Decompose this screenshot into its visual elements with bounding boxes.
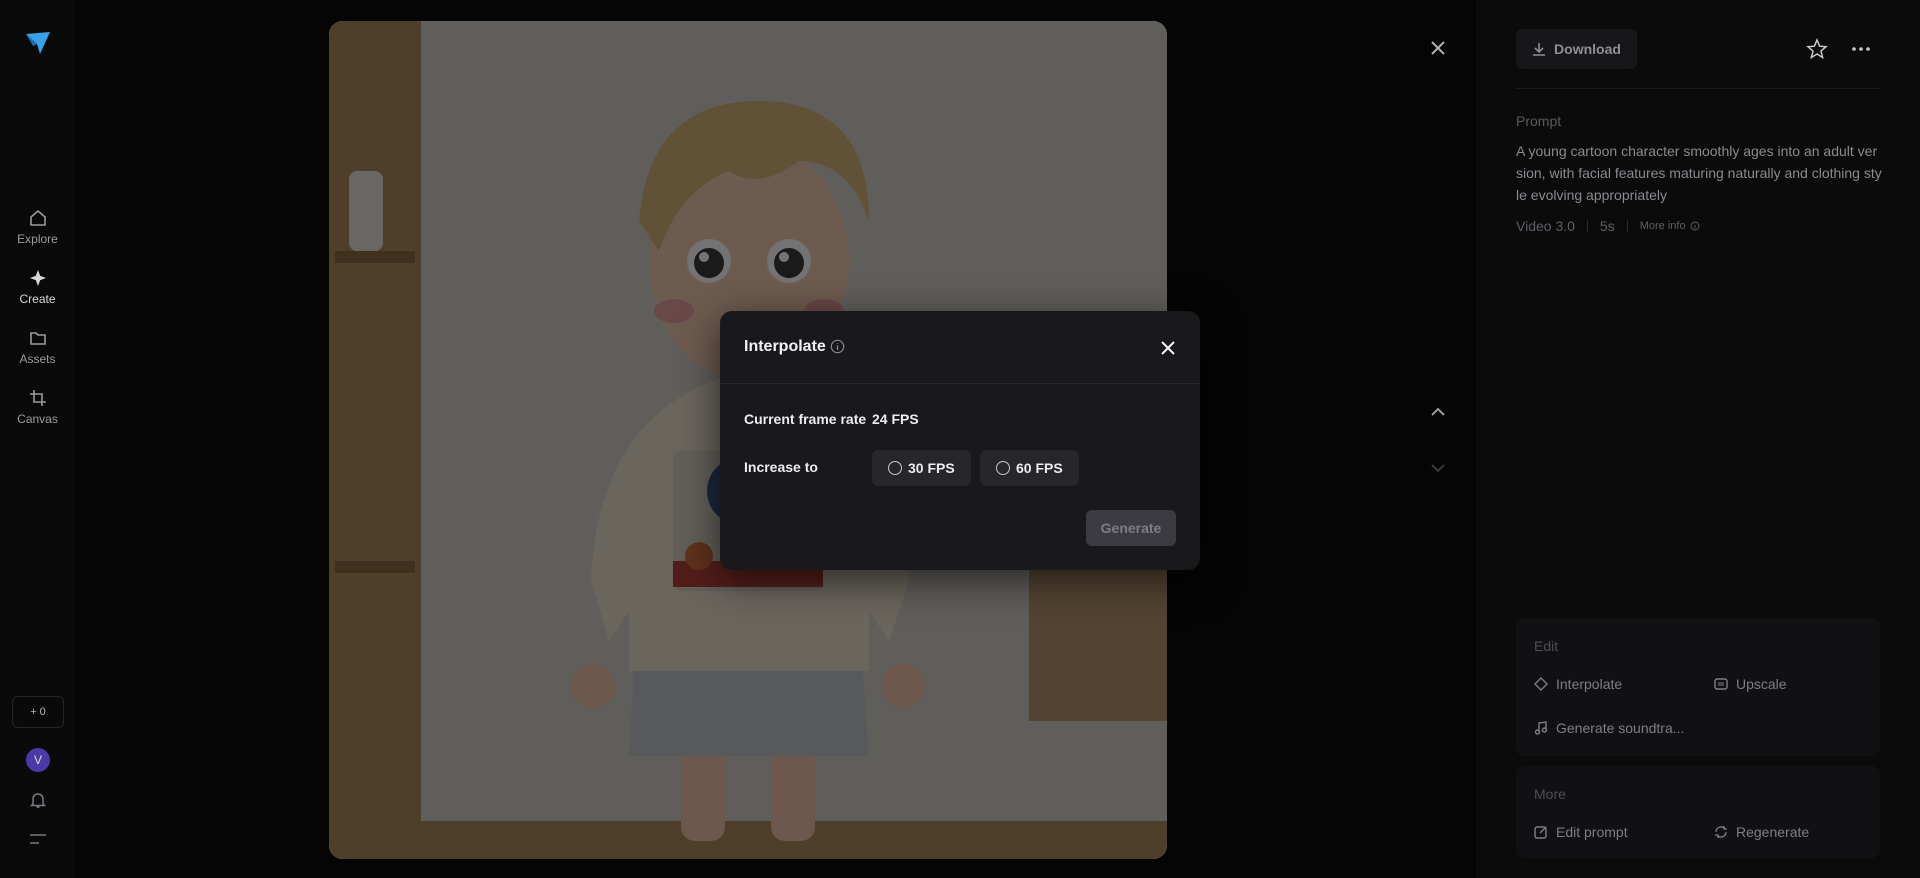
duration-label: 5s <box>1599 218 1615 234</box>
info-icon[interactable] <box>830 339 845 354</box>
interpolate-label: Interpolate <box>1556 676 1623 692</box>
download-button[interactable]: Download <box>1516 29 1637 69</box>
dialog-divider <box>720 383 1200 384</box>
sparkle-icon <box>29 270 46 286</box>
fps-option-label: 30 FPS <box>908 460 955 476</box>
panel-divider <box>1516 88 1880 89</box>
star-icon[interactable] <box>1806 38 1828 60</box>
prompt-label: Prompt <box>1516 113 1562 129</box>
close-icon[interactable] <box>1156 336 1180 360</box>
prompt-text: A young cartoon character smoothly ages … <box>1516 143 1882 203</box>
upscale-label: Upscale <box>1736 676 1787 692</box>
nav-item-explore[interactable]: Explore <box>0 208 75 246</box>
meta-separator <box>1626 220 1628 232</box>
more-section-title: More <box>1534 786 1566 802</box>
download-label: Download <box>1554 41 1621 57</box>
info-icon <box>1690 221 1700 231</box>
generate-button[interactable]: Generate <box>1086 510 1176 546</box>
fps-option-60[interactable]: 60 FPS <box>980 450 1079 486</box>
chevron-up-icon[interactable] <box>1426 400 1450 424</box>
edit-section: Edit Interpolate Upscale Generate soundt… <box>1516 618 1880 756</box>
model-label: Video 3.0 <box>1516 218 1575 234</box>
current-frame-rate-value: 24 FPS <box>872 411 919 427</box>
left-rail: Explore Create Assets Canvas + 0 V <box>0 0 75 878</box>
music-note-icon <box>1534 721 1548 735</box>
nav-item-create[interactable]: Create <box>0 268 75 306</box>
crop-icon <box>29 390 46 406</box>
current-frame-rate-label: Current frame rate <box>744 411 867 427</box>
hd-icon <box>1714 678 1728 690</box>
chevron-down-icon[interactable] <box>1426 456 1450 480</box>
interpolate-dialog: Interpolate Current frame rate 24 FPS In… <box>720 311 1200 570</box>
more-section: More Edit prompt Regenerate <box>1516 766 1880 858</box>
edit-icon <box>1534 826 1547 839</box>
close-viewer-icon[interactable] <box>1426 36 1450 60</box>
credits-button[interactable]: + 0 <box>12 696 64 728</box>
nav-item-canvas[interactable]: Canvas <box>0 388 75 426</box>
home-icon <box>29 209 46 226</box>
refresh-icon <box>1715 826 1727 838</box>
upscale-button[interactable]: Upscale <box>1714 676 1787 692</box>
logo-icon[interactable] <box>24 30 52 56</box>
more-info-link[interactable]: More info <box>1640 220 1700 232</box>
more-info-label: More info <box>1639 220 1686 232</box>
fps-option-label: 60 FPS <box>1016 460 1063 476</box>
nav-item-label: Explore <box>17 232 58 246</box>
increase-to-label: Increase to <box>744 459 818 475</box>
generate-soundtrack-button[interactable]: Generate soundtra... <box>1534 720 1684 736</box>
diamond-icon <box>1534 677 1548 691</box>
folder-icon <box>29 332 46 345</box>
regenerate-label: Regenerate <box>1736 824 1810 840</box>
video-meta: Video 3.0 5s More info <box>1516 218 1700 234</box>
more-options-icon[interactable] <box>1850 38 1872 60</box>
nav-item-assets[interactable]: Assets <box>0 328 75 366</box>
edit-prompt-button[interactable]: Edit prompt <box>1534 824 1628 840</box>
menu-icon[interactable] <box>29 832 47 846</box>
fps-option-30[interactable]: 30 FPS <box>872 450 971 486</box>
download-icon <box>1533 43 1546 56</box>
interpolate-button[interactable]: Interpolate <box>1534 676 1622 692</box>
nav-item-label: Assets <box>19 352 56 366</box>
nav-item-label: Canvas <box>17 412 58 426</box>
edit-section-title: Edit <box>1534 638 1559 654</box>
regenerate-button[interactable]: Regenerate <box>1714 824 1809 840</box>
nav-item-label: Create <box>19 292 56 306</box>
dialog-title: Interpolate <box>744 338 826 355</box>
avatar[interactable]: V <box>26 748 50 772</box>
edit-prompt-label: Edit prompt <box>1556 824 1628 840</box>
generate-soundtrack-label: Generate soundtra... <box>1556 720 1685 736</box>
bell-icon[interactable] <box>28 790 48 810</box>
radio-button[interactable] <box>996 461 1010 475</box>
meta-separator <box>1586 220 1588 232</box>
radio-button[interactable] <box>888 461 902 475</box>
